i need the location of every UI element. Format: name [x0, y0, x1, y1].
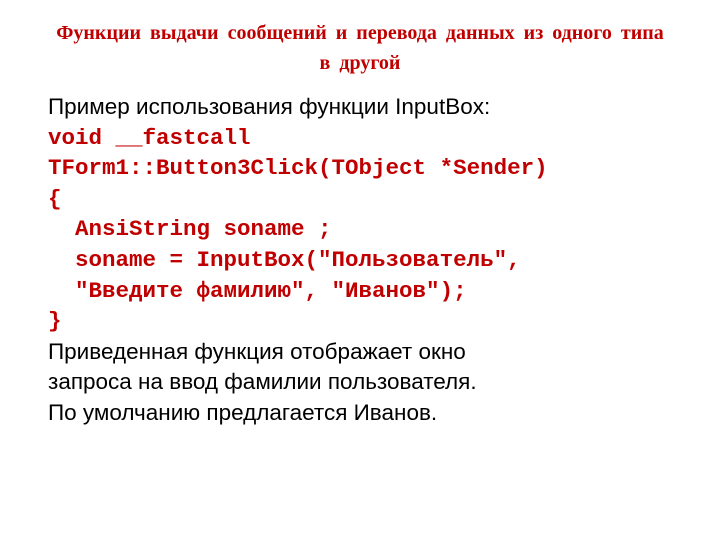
code-line-1: void __fastcall — [48, 123, 672, 154]
description-line-3: По умолчанию предлагается Иванов. — [48, 398, 672, 429]
code-line-2: TForm1::Button3Click(TObject *Sender) — [48, 153, 672, 184]
slide-body: Пример использования функции InputBox: v… — [48, 92, 672, 429]
code-line-4: AnsiString soname ; — [48, 214, 672, 245]
code-line-6: "Введите фамилию", "Иванов"); — [48, 276, 672, 307]
slide-title: Функции выдачи сообщений и перевода данн… — [48, 18, 672, 78]
intro-text: Пример использования функции InputBox: — [48, 92, 672, 123]
slide: Функции выдачи сообщений и перевода данн… — [0, 0, 720, 429]
code-line-3: { — [48, 184, 672, 215]
code-line-7: } — [48, 306, 672, 337]
code-line-5: soname = InputBox("Пользователь", — [48, 245, 672, 276]
description-line-2: запроса на ввод фамилии пользователя. — [48, 367, 672, 398]
description-line-1: Приведенная функция отображает окно — [48, 337, 672, 368]
